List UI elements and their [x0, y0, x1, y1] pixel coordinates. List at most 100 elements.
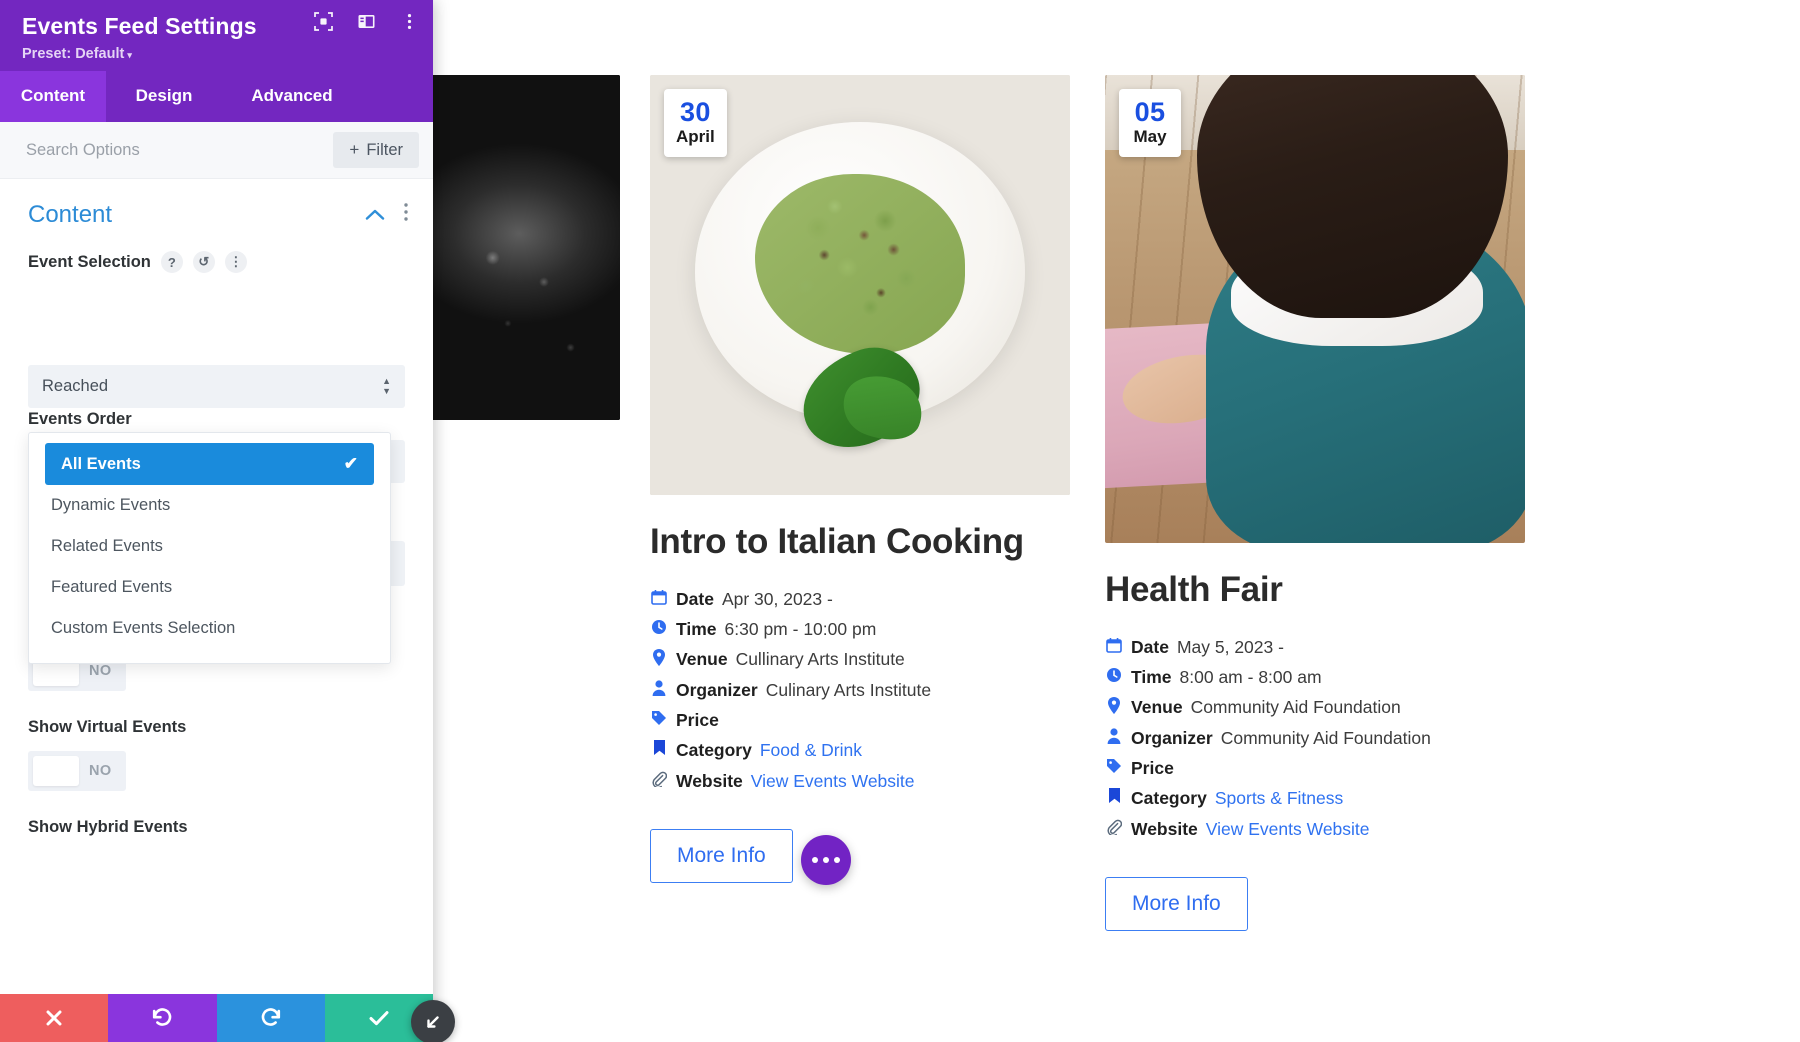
undo-button[interactable]: [108, 994, 217, 1042]
option-label: All Events: [61, 454, 141, 473]
search-input[interactable]: Search Options: [26, 141, 140, 160]
layout-panel-icon[interactable]: [357, 12, 376, 31]
show-virtual-toggle[interactable]: NO: [28, 750, 126, 791]
event-title[interactable]: Intro to Italian Cooking: [650, 522, 1070, 563]
toggle-state: NO: [89, 663, 112, 680]
search-options-bar: Search Options + Filter: [0, 122, 433, 179]
help-icon[interactable]: ?: [160, 251, 183, 273]
chevron-up-icon[interactable]: [365, 205, 385, 226]
focus-target-icon[interactable]: [314, 12, 333, 31]
event-photo-dark: [430, 75, 620, 420]
resize-arrow-icon[interactable]: [411, 1000, 455, 1042]
hidden-select-field: Reached ▲ ▼: [0, 365, 433, 408]
meta-value-link[interactable]: View Events Website: [1206, 815, 1370, 843]
more-options-fab[interactable]: [801, 835, 851, 885]
hidden-select-value: Reached: [42, 377, 109, 395]
meta-label: Price: [1131, 757, 1174, 778]
event-date-badge: 30 April: [664, 89, 727, 157]
event-image[interactable]: [430, 75, 620, 420]
dropdown-option-featured-events[interactable]: Featured Events: [29, 567, 390, 608]
meta-label: Website: [676, 770, 743, 791]
badge-month: April: [676, 127, 715, 147]
event-image[interactable]: 05 May: [1105, 75, 1525, 543]
panel-header-icons: [314, 12, 419, 31]
meta-label: Venue: [1131, 697, 1183, 718]
preset-selector[interactable]: Preset: Default ▾: [22, 46, 415, 62]
map-pin-icon: [1105, 693, 1123, 715]
event-meta-row: Time 8:00 am - 8:00 am: [1105, 663, 1525, 691]
field-label: Event Selection: [28, 252, 151, 271]
meta-value-link[interactable]: Food & Drink: [760, 736, 862, 764]
redo-button[interactable]: [216, 994, 325, 1042]
filter-label: Filter: [366, 140, 403, 159]
more-vertical-icon[interactable]: [400, 12, 419, 31]
event-meta-row: Category Food & Drink: [650, 736, 1070, 764]
meta-label: Time: [1131, 666, 1172, 687]
meta-label: Date: [1131, 636, 1169, 657]
more-info-button[interactable]: More Info: [1105, 877, 1248, 931]
paperclip-icon: [1105, 815, 1123, 835]
dropdown-option-dynamic-events[interactable]: Dynamic Events: [29, 485, 390, 526]
meta-value: Cullinary Arts Institute: [735, 649, 905, 670]
section-title: Content: [28, 201, 113, 228]
meta-label: Category: [1131, 788, 1207, 809]
more-vertical-icon[interactable]: ⋮: [224, 251, 247, 273]
meta-label: Time: [676, 618, 717, 639]
event-selection-label-row: Event Selection ? ↺ ⋮: [28, 251, 405, 273]
event-card[interactable]: [430, 75, 620, 420]
meta-value: Apr 30, 2023 -: [721, 588, 833, 609]
badge-day: 30: [680, 97, 711, 127]
event-card[interactable]: 30 April Intro to Italian Cooking Date A…: [650, 75, 1070, 883]
event-meta-list: Date Apr 30, 2023 - Time 6:30 pm - 10:00…: [650, 585, 1070, 795]
meta-label: Price: [676, 709, 719, 730]
meta-label: Organizer: [1131, 727, 1213, 748]
check-icon: ✔: [343, 454, 358, 473]
event-date-badge: 05 May: [1119, 89, 1181, 157]
event-meta-row: Category Sports & Fitness: [1105, 784, 1525, 812]
hidden-select[interactable]: Reached ▲ ▼: [28, 365, 405, 408]
meta-value: Community Aid Foundation: [1220, 727, 1431, 748]
clock-icon: [650, 615, 668, 635]
event-meta-row: Price: [650, 706, 1070, 734]
meta-value-link[interactable]: View Events Website: [751, 767, 915, 795]
dropdown-option-related-events[interactable]: Related Events: [29, 526, 390, 567]
tab-content[interactable]: Content: [0, 71, 106, 122]
meta-value: Culinary Arts Institute: [765, 679, 932, 700]
event-meta-row: Venue Cullinary Arts Institute: [650, 645, 1070, 673]
event-meta-row: Date May 5, 2023 -: [1105, 633, 1525, 661]
tab-advanced[interactable]: Advanced: [222, 71, 362, 122]
badge-day: 05: [1134, 97, 1166, 127]
events-feed-settings-panel: Events Feed Settings Preset: Default ▾ Co…: [0, 0, 433, 1042]
filter-button[interactable]: + Filter: [333, 132, 419, 168]
event-meta-row: Date Apr 30, 2023 -: [650, 585, 1070, 613]
more-vertical-icon[interactable]: [403, 202, 409, 228]
reset-icon[interactable]: ↺: [192, 251, 215, 273]
meta-value-link[interactable]: Sports & Fitness: [1215, 784, 1343, 812]
event-card[interactable]: 05 May Health Fair Date May 5, 2023 - Ti…: [1105, 75, 1525, 931]
panel-tabs: Content Design Advanced: [0, 71, 433, 122]
dot-icon: [834, 857, 840, 863]
event-image[interactable]: 30 April: [650, 75, 1070, 495]
show-hybrid-toggle-field: Show Hybrid Events: [0, 817, 433, 838]
tab-design[interactable]: Design: [106, 71, 222, 122]
more-info-button[interactable]: More Info: [650, 829, 793, 883]
event-meta-row: Time 6:30 pm - 10:00 pm: [650, 615, 1070, 643]
meta-value: Community Aid Foundation: [1190, 697, 1401, 718]
dot-icon: [812, 857, 818, 863]
cancel-button[interactable]: [0, 994, 109, 1042]
dropdown-option-all-events[interactable]: All Events ✔: [45, 443, 374, 485]
price-tag-icon: [1105, 754, 1123, 774]
toggle-state: NO: [89, 762, 112, 779]
panel-header: Events Feed Settings Preset: Default ▾: [0, 0, 433, 71]
person-icon: [1105, 724, 1123, 744]
spinner-icon: ▲▼: [382, 376, 391, 396]
meta-label: Date: [676, 588, 714, 609]
plus-icon: +: [349, 140, 360, 159]
event-meta-row: Venue Community Aid Foundation: [1105, 693, 1525, 721]
dropdown-option-custom-events-selection[interactable]: Custom Events Selection: [29, 608, 390, 649]
events-order-label: Events Order: [28, 410, 132, 428]
show-virtual-toggle-field: Show Virtual Events NO: [0, 717, 433, 791]
event-title[interactable]: Health Fair: [1105, 570, 1525, 611]
panel-action-bar: [0, 994, 433, 1042]
event-meta-row: Organizer Community Aid Foundation: [1105, 724, 1525, 752]
